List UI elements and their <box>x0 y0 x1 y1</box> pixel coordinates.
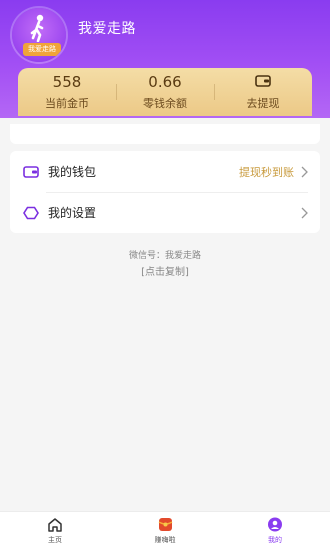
wechat-id-text: 微信号：我爱走路 <box>128 251 201 261</box>
balance-value: 0.66 <box>148 73 182 91</box>
tab-mine[interactable]: 我的 <box>220 512 330 550</box>
tab-earn[interactable]: 赚嗨啦 <box>110 512 220 550</box>
menu-item-settings[interactable]: 我的设置 <box>10 192 320 233</box>
tab-earn-label: 赚嗨啦 <box>154 536 176 544</box>
stats-card: 558 当前金币 0.66 零钱余额 去提现 <box>18 68 312 116</box>
username: 我爱走路 <box>78 21 136 37</box>
chevron-right-icon <box>301 207 308 218</box>
withdraw-instant-text: 提现秒到账 <box>239 165 294 179</box>
avatar-badge: 我爱走路 <box>23 43 61 56</box>
tab-home-label: 主页 <box>48 536 62 544</box>
coins-value: 558 <box>52 73 82 91</box>
chevron-right-icon <box>301 166 308 177</box>
withdraw-label: 去提现 <box>246 96 280 110</box>
info-card <box>10 124 320 144</box>
wallet-icon <box>23 165 39 178</box>
menu-item-wallet-label: 我的钱包 <box>48 165 97 179</box>
tab-home[interactable]: 主页 <box>0 512 110 550</box>
avatar[interactable]: 我爱走路 <box>12 8 66 62</box>
balance-label: 零钱余额 <box>143 97 187 110</box>
coins-label: 当前金币 <box>45 97 89 110</box>
stat-coins[interactable]: 558 当前金币 <box>18 68 116 116</box>
menu-card: 我的钱包 提现秒到账 我的设置 <box>10 151 320 233</box>
home-icon <box>48 518 62 532</box>
wallet-icon <box>255 74 271 87</box>
stat-balance[interactable]: 0.66 零钱余额 <box>116 68 214 116</box>
settings-icon <box>23 206 39 219</box>
withdraw-button[interactable]: 去提现 <box>214 68 312 116</box>
bottom-tab-bar: 主页 赚嗨啦 我的 <box>0 511 330 550</box>
copy-link[interactable]: [点击复制] <box>0 263 330 278</box>
menu-item-settings-label: 我的设置 <box>48 206 97 220</box>
walking-person-icon <box>30 14 44 42</box>
profile-icon <box>268 517 282 532</box>
red-envelope-icon <box>158 518 172 531</box>
tab-mine-label: 我的 <box>268 536 282 544</box>
menu-item-wallet[interactable]: 我的钱包 提现秒到账 <box>10 151 320 192</box>
